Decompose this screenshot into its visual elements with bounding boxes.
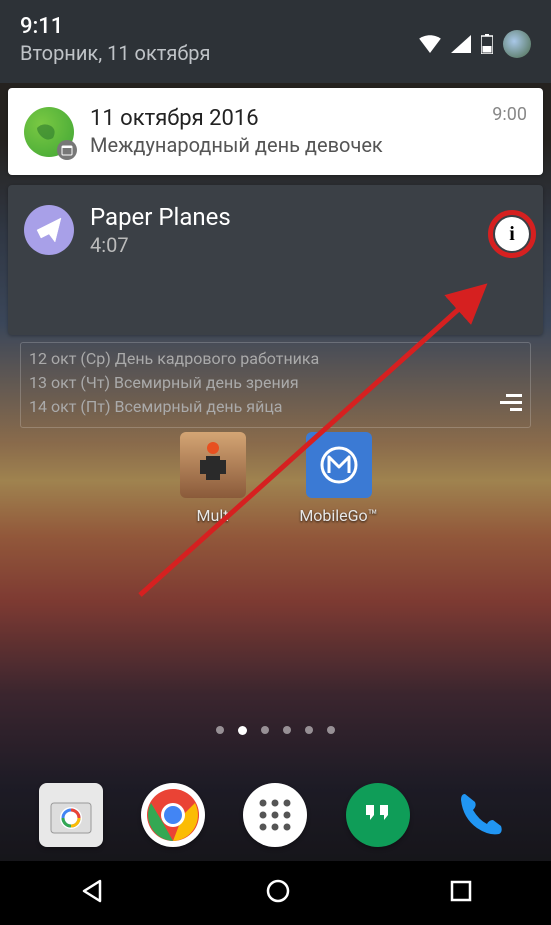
annotation-circle <box>488 210 536 258</box>
page-dot <box>327 726 335 734</box>
dock <box>0 783 551 847</box>
calendar-line: 12 окт (Ср) День кадрового работника <box>29 347 522 371</box>
camera-app[interactable] <box>39 783 103 847</box>
globe-icon <box>24 107 74 157</box>
phone-app[interactable] <box>448 783 512 847</box>
page-indicator[interactable] <box>0 726 551 735</box>
wifi-icon <box>419 35 441 53</box>
camera-icon <box>47 791 95 839</box>
signal-icon <box>451 35 471 53</box>
page-dot-active <box>238 726 247 735</box>
battery-icon <box>481 34 493 54</box>
app-label: MobileGo™ <box>299 506 377 525</box>
app-mobilego[interactable]: MobileGo™ <box>294 432 384 525</box>
app-mult[interactable]: Mult <box>168 432 258 525</box>
app-mult-icon <box>188 440 238 490</box>
recents-icon <box>450 880 472 902</box>
phone-icon <box>451 786 509 844</box>
chrome-app[interactable] <box>141 783 205 847</box>
notification-shade-header[interactable]: 9:11 Вторник, 11 октября <box>0 0 551 83</box>
hangouts-icon <box>358 795 398 835</box>
page-dot <box>305 726 313 734</box>
paper-plane-icon <box>24 205 74 255</box>
page-dot <box>261 726 269 734</box>
notification-title: 11 октября 2016 <box>90 106 527 131</box>
notification-subtitle: 4:07 <box>90 233 527 257</box>
page-dot <box>283 726 291 734</box>
app-label: Mult <box>197 506 229 525</box>
app-drawer-button[interactable] <box>243 783 307 847</box>
notification-calendar[interactable]: 11 октября 2016 Международный день девоч… <box>8 88 543 175</box>
back-button[interactable] <box>80 878 106 908</box>
calendar-line: 13 окт (Чт) Всемирный день зрения <box>29 371 522 395</box>
recents-button[interactable] <box>450 880 472 906</box>
apps-grid-icon <box>257 797 293 833</box>
page-dot <box>216 726 224 734</box>
back-icon <box>80 878 106 904</box>
user-avatar[interactable] <box>503 30 531 58</box>
calendar-line: 14 окт (Пт) Всемирный день яйца <box>29 395 522 419</box>
notification-subtitle: Международный день девочек <box>90 133 527 157</box>
widget-menu-icon[interactable] <box>500 394 522 419</box>
home-button[interactable] <box>265 878 291 908</box>
notification-title: Paper Planes <box>90 203 527 231</box>
status-icons <box>419 30 531 58</box>
notification-paper-planes[interactable]: Paper Planes 4:07 i <box>8 185 543 335</box>
chrome-icon <box>145 787 201 843</box>
calendar-widget[interactable]: 12 окт (Ср) День кадрового работника 13 … <box>20 342 531 428</box>
home-apps-row: Mult MobileGo™ <box>0 432 551 525</box>
calendar-badge-icon <box>57 140 77 160</box>
notification-list: 11 октября 2016 Международный день девоч… <box>8 88 543 345</box>
notification-time: 9:00 <box>492 104 527 125</box>
home-icon <box>265 878 291 904</box>
app-mobilego-icon <box>317 443 361 487</box>
navigation-bar <box>0 861 551 925</box>
hangouts-app[interactable] <box>346 783 410 847</box>
